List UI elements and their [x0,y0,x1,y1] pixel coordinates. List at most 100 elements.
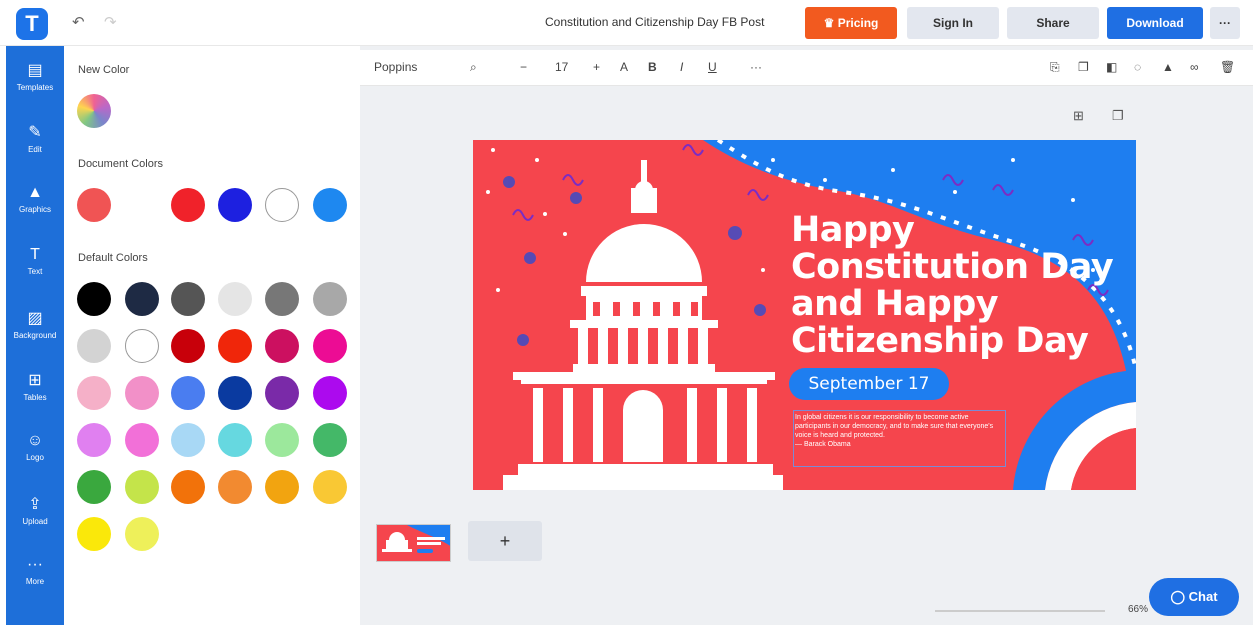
background-icon: ▨ [27,310,43,327]
italic-button[interactable]: I [680,60,683,74]
document-color-swatch[interactable] [77,188,111,222]
page-thumbnail[interactable] [376,524,451,562]
default-color-swatch[interactable] [313,470,347,504]
default-color-swatch[interactable] [77,329,111,363]
default-color-swatch[interactable] [125,423,159,457]
default-color-swatch[interactable] [171,329,205,363]
design-heading[interactable]: Happy Constitution Day and Happy Citizen… [791,212,1121,360]
design-body-text[interactable]: In global citizens it is our responsibil… [795,413,1003,449]
layer-icon[interactable]: ◧ [1106,60,1117,74]
decrease-font-button[interactable]: − [520,60,527,74]
default-color-swatch[interactable] [171,423,205,457]
app-logo[interactable]: T [16,8,48,40]
document-title[interactable]: Constitution and Citizenship Day FB Post [545,15,764,29]
default-color-swatch[interactable] [171,282,205,316]
underline-button[interactable]: U [708,60,717,74]
default-color-swatch[interactable] [77,282,111,316]
edit-icon: ✎ [28,124,42,141]
default-color-swatch[interactable] [313,423,347,457]
sidebar-item-edit[interactable]: ✎ Edit [6,114,64,170]
crown-icon: ♛ [823,16,838,30]
more-options-button[interactable]: ··· [1210,7,1240,39]
increase-font-button[interactable]: + [593,60,600,74]
default-color-swatch[interactable] [77,423,111,457]
default-color-swatch[interactable] [171,376,205,410]
logo-icon: ☺ [26,432,44,449]
undo-icon[interactable]: ↶ [72,13,85,31]
trash-icon[interactable]: 🗑 [1220,60,1235,74]
quote-text: In global citizens it is our responsibil… [795,414,994,439]
default-color-swatch[interactable] [265,423,299,457]
default-color-swatch[interactable] [218,376,252,410]
default-color-swatch[interactable] [265,282,299,316]
more-icon: ··· [27,556,43,573]
search-icon[interactable]: ⌕ [470,60,477,75]
design-canvas[interactable]: Happy Constitution Day and Happy Citizen… [473,140,1136,490]
bold-button[interactable]: B [648,60,657,74]
add-page-button[interactable]: + [468,521,542,561]
default-color-swatch[interactable] [218,282,252,316]
format-toolbar: Poppins ⌕ − 17 + A B I U ··· ⎘ ❐ ◧ ◌ ▲ ∞… [360,50,1253,86]
sidebar-item-logo[interactable]: ☺ Logo [6,424,64,480]
upload-icon: ⇪ [28,496,42,513]
default-color-swatch[interactable] [218,470,252,504]
sidebar-item-more[interactable]: ··· More [6,548,64,604]
default-color-swatch[interactable] [218,423,252,457]
default-colors-heading: Default Colors [78,252,148,264]
sidebar-item-templates[interactable]: ▤ Templates [6,52,64,108]
document-color-swatch[interactable] [218,188,252,222]
default-color-swatch[interactable] [125,470,159,504]
chat-button[interactable]: ◯ Chat [1149,578,1239,616]
text-color-icon[interactable]: A [620,60,628,74]
zoom-slider[interactable] [935,610,1105,612]
default-color-swatch[interactable] [77,470,111,504]
sidebar-item-graphics[interactable]: ▲ Graphics [6,176,64,232]
download-button[interactable]: Download [1107,7,1203,39]
sidebar-item-text[interactable]: T Text [6,238,64,294]
default-color-swatch[interactable] [125,376,159,410]
document-color-swatch[interactable] [171,188,205,222]
grid-icon[interactable]: ⊞ [1073,108,1084,124]
sidebar-item-tables[interactable]: ⊞ Tables [6,362,64,418]
default-color-swatch[interactable] [125,329,159,363]
link-icon[interactable]: ∞ [1190,60,1199,74]
more-format-button[interactable]: ··· [750,60,762,74]
signin-button[interactable]: Sign In [907,7,999,39]
thumbnail-preview [382,525,450,553]
font-size-input[interactable]: 17 [555,60,568,74]
default-color-swatch[interactable] [313,282,347,316]
default-color-swatch[interactable] [265,329,299,363]
copy-page-icon[interactable]: ❐ [1112,108,1124,124]
paint-format-icon[interactable]: ⎘ [1050,60,1060,75]
sidebar-item-background[interactable]: ▨ Background [6,300,64,356]
new-color-picker[interactable] [77,94,111,128]
document-color-swatch[interactable] [265,188,299,222]
default-color-swatch[interactable] [125,517,159,551]
color-panel: New Color Document Colors Default Colors [64,46,360,625]
capitol-building-illustration [503,160,783,490]
date-pill[interactable]: September 17 [789,368,949,400]
chat-icon: ◯ [1170,589,1189,604]
pricing-button[interactable]: ♛ Pricing [805,7,897,39]
quote-attribution: — Barack Obama [795,441,851,448]
default-color-swatch[interactable] [171,470,205,504]
default-color-swatch[interactable] [265,470,299,504]
top-bar: T ↶ ↷ Constitution and Citizenship Day F… [0,0,1253,46]
share-button[interactable]: Share [1007,7,1099,39]
duplicate-icon[interactable]: ❐ [1078,60,1089,74]
default-color-swatch[interactable] [313,329,347,363]
redo-icon[interactable]: ↷ [104,13,117,31]
default-color-swatch[interactable] [77,376,111,410]
default-color-swatch[interactable] [77,517,111,551]
zoom-value[interactable]: 66% [1128,604,1148,615]
default-color-swatch[interactable] [265,376,299,410]
sidebar-item-upload[interactable]: ⇪ Upload [6,486,64,542]
default-color-swatch[interactable] [313,376,347,410]
default-color-swatch[interactable] [125,282,159,316]
lock-icon[interactable]: ▲ [1162,60,1174,74]
font-family-select[interactable]: Poppins [374,60,417,74]
templates-icon: ▤ [27,62,43,79]
opacity-icon[interactable]: ◌ [1134,60,1141,74]
default-color-swatch[interactable] [218,329,252,363]
document-color-swatch[interactable] [313,188,347,222]
